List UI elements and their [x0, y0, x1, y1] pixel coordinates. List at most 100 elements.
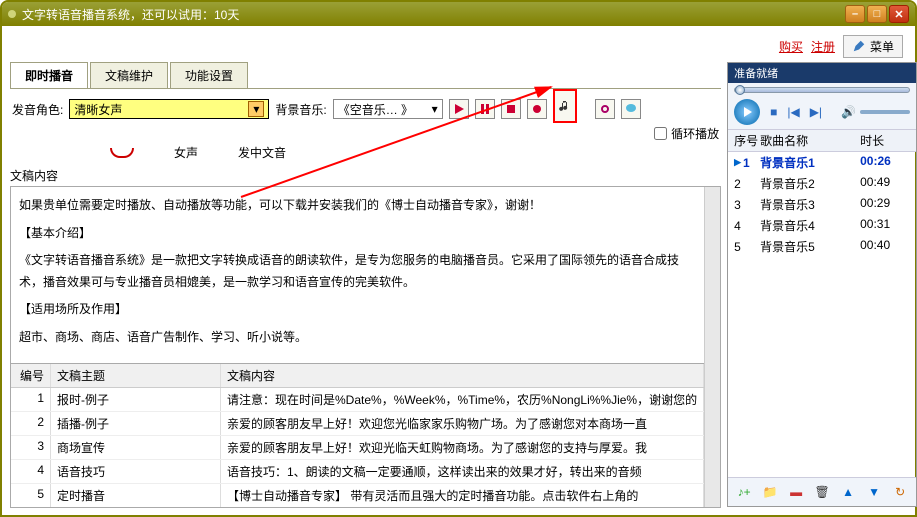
playlist-row[interactable]: 2背景音乐200:49 — [728, 173, 916, 194]
playlist-cell-dur: 00:49 — [860, 175, 916, 192]
voice-annotation: 女声 发中文音 — [10, 144, 721, 161]
tabs: 即时播音 文稿维护 功能设置 — [10, 62, 721, 89]
player-panel: 准备就绪 ■ |◀ ▶| 🔊 序号 — [727, 62, 917, 507]
manuscript-editor[interactable]: 如果贵单位需要定时播放、自动播放等功能，可以下载并安装我们的《博士自动播音专家》… — [11, 187, 704, 363]
table-row[interactable]: 5定时播音【博士自动播音专家】 带有灵活而且强大的定时播音功能。点击软件右上角的 — [11, 484, 704, 507]
speech-bubble-icon — [625, 103, 637, 115]
playlist: ▶1背景音乐100:262背景音乐200:493背景音乐300:294背景音乐4… — [728, 152, 916, 477]
music-note-button[interactable] — [553, 89, 577, 123]
volume-slider[interactable] — [860, 110, 910, 114]
app-icon — [8, 10, 16, 18]
loop-playback-checkbox[interactable]: 循环播放 — [654, 125, 719, 142]
playlist-col-name[interactable]: 歌曲名称 — [760, 132, 860, 149]
playlist-cell-num: ▶1 — [728, 154, 760, 171]
loop-checkbox-input[interactable] — [654, 127, 667, 140]
chevron-down-icon: ▾ — [248, 101, 264, 117]
pause-button[interactable] — [475, 99, 495, 119]
playlist-col-dur[interactable]: 时长 — [860, 132, 916, 149]
tab-instant-broadcast[interactable]: 即时播音 — [10, 62, 88, 88]
playlist-cell-name: 背景音乐5 — [760, 238, 860, 255]
cell-content: 亲爱的顾客朋友早上好！欢迎您光临家家乐购物广场。为了感谢您对本商场一直 — [221, 412, 704, 435]
cell-content: 请注意：现在时间是%Date%，%Week%，%Time%，农历%NongLi%… — [221, 388, 704, 411]
scrollbar[interactable] — [704, 187, 720, 507]
playlist-cell-num: 5 — [728, 238, 760, 255]
window-title: 文字转语音播音系统，还可以试用：10天 — [22, 6, 239, 23]
playlist-cell-num: 3 — [728, 196, 760, 213]
titlebar: 文字转语音播音系统，还可以试用：10天 – □ ✕ — [2, 2, 915, 26]
col-content-header[interactable]: 文稿内容 — [221, 364, 704, 387]
bgm-label: 背景音乐: — [275, 101, 326, 118]
tab-manuscript-maintain[interactable]: 文稿维护 — [90, 62, 168, 88]
pencil-icon — [852, 39, 866, 53]
playlist-row[interactable]: 4背景音乐400:31 — [728, 215, 916, 236]
player-play-button[interactable] — [734, 99, 760, 125]
player-stop-button[interactable]: ■ — [770, 105, 777, 119]
playlist-cell-name: 背景音乐2 — [760, 175, 860, 192]
seek-knob[interactable] — [735, 85, 745, 95]
cell-title: 定时播音 — [51, 484, 221, 507]
cell-num: 2 — [11, 412, 51, 435]
seek-bar[interactable] — [734, 87, 910, 93]
add-track-button[interactable]: ♪+ — [734, 482, 754, 502]
table-row[interactable]: 4语音技巧语音技巧：1、朗读的文稿一定要通顺，这样读出来的效果才好，转出来的音频 — [11, 460, 704, 484]
table-row[interactable]: 3商场宣传亲爱的顾客朋友早上好！欢迎光临天虹购物商场。为了感谢您的支持与厚爱。我 — [11, 436, 704, 460]
editor-area: 如果贵单位需要定时播放、自动播放等功能，可以下载并安装我们的《博士自动播音专家》… — [10, 186, 721, 508]
minimize-button[interactable]: – — [845, 5, 865, 23]
cell-num: 5 — [11, 484, 51, 507]
editor-paragraph: 超市、商场、商店、语音广告制作、学习、听小说等。 — [19, 327, 696, 349]
stop-button[interactable] — [501, 99, 521, 119]
voice-role-value: 清晰女声 — [74, 101, 122, 118]
play-indicator-icon: ▶ — [734, 157, 741, 168]
table-row[interactable]: 2插播-例子亲爱的顾客朋友早上好！欢迎您光临家家乐购物广场。为了感谢您对本商场一… — [11, 412, 704, 436]
delete-button[interactable]: 🗑 — [812, 482, 832, 502]
voice-gender-label: 女声 — [174, 144, 198, 161]
buy-link[interactable]: 购买 — [779, 38, 803, 55]
loop-label: 循环播放 — [671, 125, 719, 142]
move-down-button[interactable]: ▼ — [864, 482, 884, 502]
editor-paragraph: 《文字转语音播音系统》是一款把文字转换成语音的朗读软件，是专为您服务的电脑播音员… — [19, 250, 696, 293]
maximize-button[interactable]: □ — [867, 5, 887, 23]
playlist-cell-dur: 00:26 — [860, 154, 916, 171]
tab-function-settings[interactable]: 功能设置 — [170, 62, 248, 88]
col-title-header[interactable]: 文稿主题 — [51, 364, 221, 387]
player-status: 准备就绪 — [728, 63, 916, 83]
playlist-cell-num: 4 — [728, 217, 760, 234]
add-folder-button[interactable]: 📁 — [760, 482, 780, 502]
bgm-select[interactable]: 《空音乐… 》 ▾ — [333, 99, 443, 119]
settings-button[interactable] — [595, 99, 615, 119]
editor-heading: 【适用场所及作用】 — [19, 299, 696, 321]
remove-track-button[interactable]: ▬ — [786, 482, 806, 502]
table-row[interactable]: 1报时-例子请注意：现在时间是%Date%，%Week%，%Time%，农历%N… — [11, 388, 704, 412]
manuscript-table: 编号 文稿主题 文稿内容 1报时-例子请注意：现在时间是%Date%，%Week… — [11, 363, 704, 507]
move-up-button[interactable]: ▲ — [838, 482, 858, 502]
voice-role-label: 发音角色: — [12, 101, 63, 118]
play-button[interactable] — [449, 99, 469, 119]
register-link[interactable]: 注册 — [811, 38, 835, 55]
volume-icon[interactable]: 🔊 — [841, 105, 856, 119]
playlist-row[interactable]: 3背景音乐300:29 — [728, 194, 916, 215]
playlist-row[interactable]: ▶1背景音乐100:26 — [728, 152, 916, 173]
player-prev-button[interactable]: |◀ — [787, 105, 799, 119]
record-button[interactable] — [527, 99, 547, 119]
menu-label: 菜单 — [870, 38, 894, 55]
editor-heading: 【基本介绍】 — [19, 223, 696, 245]
voice-lang-label: 发中文音 — [238, 144, 286, 161]
playlist-col-num[interactable]: 序号 — [728, 132, 760, 149]
cell-content: 亲爱的顾客朋友早上好！欢迎光临天虹购物商场。为了感谢您的支持与厚爱。我 — [221, 436, 704, 459]
cell-num: 4 — [11, 460, 51, 483]
voice-role-select[interactable]: 清晰女声 ▾ — [69, 99, 269, 119]
menu-button[interactable]: 菜单 — [843, 35, 903, 58]
col-number-header[interactable]: 编号 — [11, 364, 51, 387]
refresh-button[interactable]: ↻ — [890, 482, 910, 502]
playlist-cell-name: 背景音乐3 — [760, 196, 860, 213]
cell-title: 报时-例子 — [51, 388, 221, 411]
close-button[interactable]: ✕ — [889, 5, 909, 23]
chat-button[interactable] — [621, 99, 641, 119]
gear-icon — [599, 103, 611, 115]
player-next-button[interactable]: ▶| — [810, 105, 822, 119]
playlist-row[interactable]: 5背景音乐500:40 — [728, 236, 916, 257]
playlist-cell-name: 背景音乐1 — [760, 154, 860, 171]
cell-title: 语音技巧 — [51, 460, 221, 483]
bgm-value: 《空音乐… 》 — [338, 101, 413, 118]
playlist-cell-name: 背景音乐4 — [760, 217, 860, 234]
